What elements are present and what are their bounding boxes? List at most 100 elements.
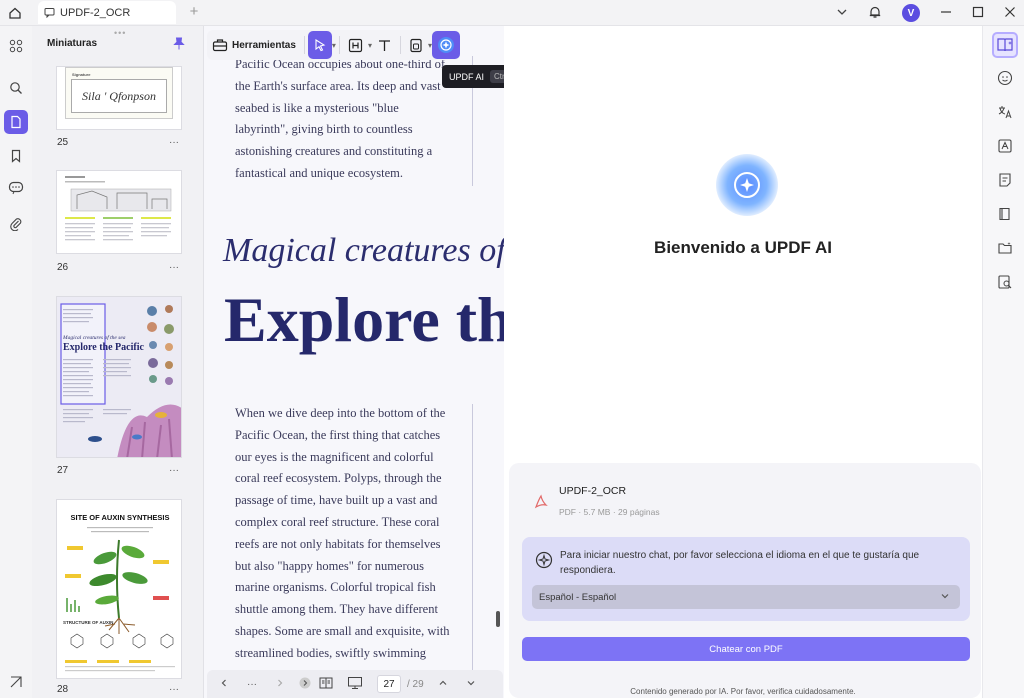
file-meta: PDF · 5.7 MB · 29 páginas — [559, 507, 660, 517]
updf-ai-logo — [716, 154, 778, 216]
collapse-arrow-icon[interactable] — [299, 677, 311, 692]
page-number-input[interactable]: 27 — [377, 675, 401, 693]
text-icon — [378, 39, 390, 51]
ai-welcome-title: Bienvenido a UPDF AI — [654, 238, 832, 257]
comment-icon — [44, 8, 55, 18]
edit-pdf-button[interactable] — [343, 31, 368, 59]
chevron-down-icon[interactable] — [836, 6, 848, 21]
ai-book-icon[interactable] — [992, 32, 1018, 58]
save-icon — [410, 38, 422, 52]
search-document-icon[interactable] — [993, 270, 1017, 294]
home-icon[interactable] — [5, 3, 25, 23]
add-tab-button[interactable]: + — [186, 3, 202, 21]
chevron-down-icon[interactable] — [466, 678, 476, 691]
ai-disclaimer: Contenido generado por IA. Por favor, ve… — [630, 687, 856, 696]
grid-icon[interactable] — [4, 34, 28, 58]
page-26-preview — [65, 176, 172, 241]
text-line: coral reef ecosystem. Polyps, through th… — [235, 471, 442, 486]
ai-logo-icon — [734, 172, 760, 198]
edit-frame-icon — [348, 38, 363, 52]
ai-form-icon[interactable] — [993, 168, 1017, 192]
pdf-file-icon — [534, 494, 548, 509]
avatar[interactable]: V — [902, 4, 920, 22]
ai-icon — [437, 37, 454, 53]
text-line: reefs are not only habitats for themselv… — [235, 536, 441, 551]
save-button[interactable] — [404, 31, 428, 59]
close-icon[interactable] — [1004, 6, 1016, 21]
text-line: fantastical and unique ecosystem. — [235, 165, 403, 180]
presentation-icon[interactable] — [347, 676, 363, 693]
text-line: but also "happy homes" for numerous — [235, 558, 424, 573]
thumbnail-more-button[interactable]: ··· — [169, 684, 179, 695]
signature-text: Sila ' Qfonpson — [71, 79, 167, 113]
text-line: complex coral reef structure. These cora… — [235, 514, 440, 529]
text-line: shapes. Some are small and exquisite, wi… — [235, 623, 450, 638]
chevron-right-icon[interactable] — [275, 678, 285, 691]
thumbnail-page-26[interactable] — [56, 170, 182, 254]
pages-icon[interactable] — [4, 110, 28, 134]
thumbnail-number: 27 — [57, 465, 69, 476]
resize-grip[interactable]: ••• — [114, 28, 126, 38]
ocr-icon[interactable] — [993, 134, 1017, 158]
thumbnails-panel: ••• Miniaturas Signature Sila ' Qfonpson… — [32, 26, 204, 698]
tab-title: UPDF-2_OCR — [60, 6, 131, 19]
text-line: passage of time, have built up a vast an… — [235, 493, 438, 508]
paragraph-2: When we dive deep into the bottom of the… — [235, 403, 455, 665]
chevron-up-icon[interactable] — [438, 678, 448, 691]
tools-button[interactable]: Herramientas — [207, 31, 301, 59]
help-icon[interactable] — [4, 670, 28, 694]
thumbnail-number: 28 — [57, 684, 69, 695]
translate-icon[interactable] — [993, 100, 1017, 124]
toolbar-separator — [303, 36, 305, 54]
minimize-icon[interactable] — [940, 6, 952, 21]
ai-chat-icon[interactable] — [993, 66, 1017, 90]
text-line: the Earth's surface area. Its deep and v… — [235, 78, 441, 93]
tools-label: Herramientas — [232, 39, 296, 51]
chevron-down-icon[interactable]: ▾ — [332, 41, 336, 50]
text-line: our eyes is the magnificent and colorful — [235, 449, 434, 464]
thumbnail-more-button[interactable]: ··· — [169, 137, 179, 148]
chevron-down-icon — [940, 591, 950, 604]
folder-ai-icon[interactable] — [993, 236, 1017, 260]
chevron-left-icon[interactable] — [219, 678, 229, 691]
comments-icon[interactable] — [4, 176, 28, 200]
text-line: When we dive deep into the bottom of the — [235, 406, 446, 420]
thumbnail-page-27[interactable]: Magical creatures of the sea Explore the… — [56, 296, 182, 458]
text-line: streamlined bodies, swiftly swimming — [235, 645, 426, 660]
page-layout-icon[interactable] — [319, 677, 333, 692]
thumbnail-number: 26 — [57, 262, 69, 273]
thumbnail-page-28[interactable]: SITE OF AUXIN SYNTHESIS STRUCTURE OF AUX… — [56, 499, 182, 679]
scrollbar-thumb[interactable] — [496, 611, 500, 627]
maximize-icon[interactable] — [972, 6, 984, 21]
document-view[interactable]: Pacific Ocean occupies about one-third o… — [204, 26, 504, 698]
more-pages-button[interactable]: ··· — [247, 679, 257, 690]
bookmark-icon[interactable] — [4, 144, 28, 168]
signature-label: Signature — [72, 72, 91, 77]
heading-italic: Magical creatures of — [223, 232, 504, 269]
right-tool-rail — [982, 26, 1024, 698]
page-27-title: Explore the Pacific — [63, 342, 144, 353]
main-toolbar: Herramientas ▾ ▾ ▾ — [207, 30, 460, 60]
document-tab[interactable]: UPDF-2_OCR — [38, 1, 176, 24]
ai-chat-card: UPDF-2_OCR PDF · 5.7 MB · 29 páginas Par… — [509, 463, 981, 698]
thumbnail-page-25[interactable]: Signature Sila ' Qfonpson — [56, 66, 182, 130]
thumbnails-title: Miniaturas — [47, 38, 98, 49]
text-line: astonishing creatures and constituting a — [235, 144, 433, 159]
chat-with-pdf-button[interactable]: Chatear con PDF — [522, 637, 970, 661]
title-bar: UPDF-2_OCR + V — [0, 0, 1024, 26]
reader-book-icon[interactable] — [993, 202, 1017, 226]
attachment-icon[interactable] — [4, 212, 28, 236]
select-tool-button[interactable] — [307, 31, 332, 59]
toolbar-separator — [338, 36, 340, 54]
bell-icon[interactable] — [868, 5, 882, 22]
thumbnail-more-button[interactable]: ··· — [169, 465, 179, 476]
toolbar-separator — [399, 36, 401, 54]
add-text-button[interactable] — [372, 31, 397, 59]
page-27-subtitle: Magical creatures of the sea — [63, 335, 126, 341]
pin-icon[interactable] — [173, 37, 185, 53]
search-icon[interactable] — [4, 76, 28, 100]
toolbox-icon — [212, 39, 228, 52]
updf-ai-button[interactable] — [431, 31, 460, 59]
language-select[interactable]: Español - Español — [532, 585, 960, 609]
thumbnail-more-button[interactable]: ··· — [169, 262, 179, 273]
